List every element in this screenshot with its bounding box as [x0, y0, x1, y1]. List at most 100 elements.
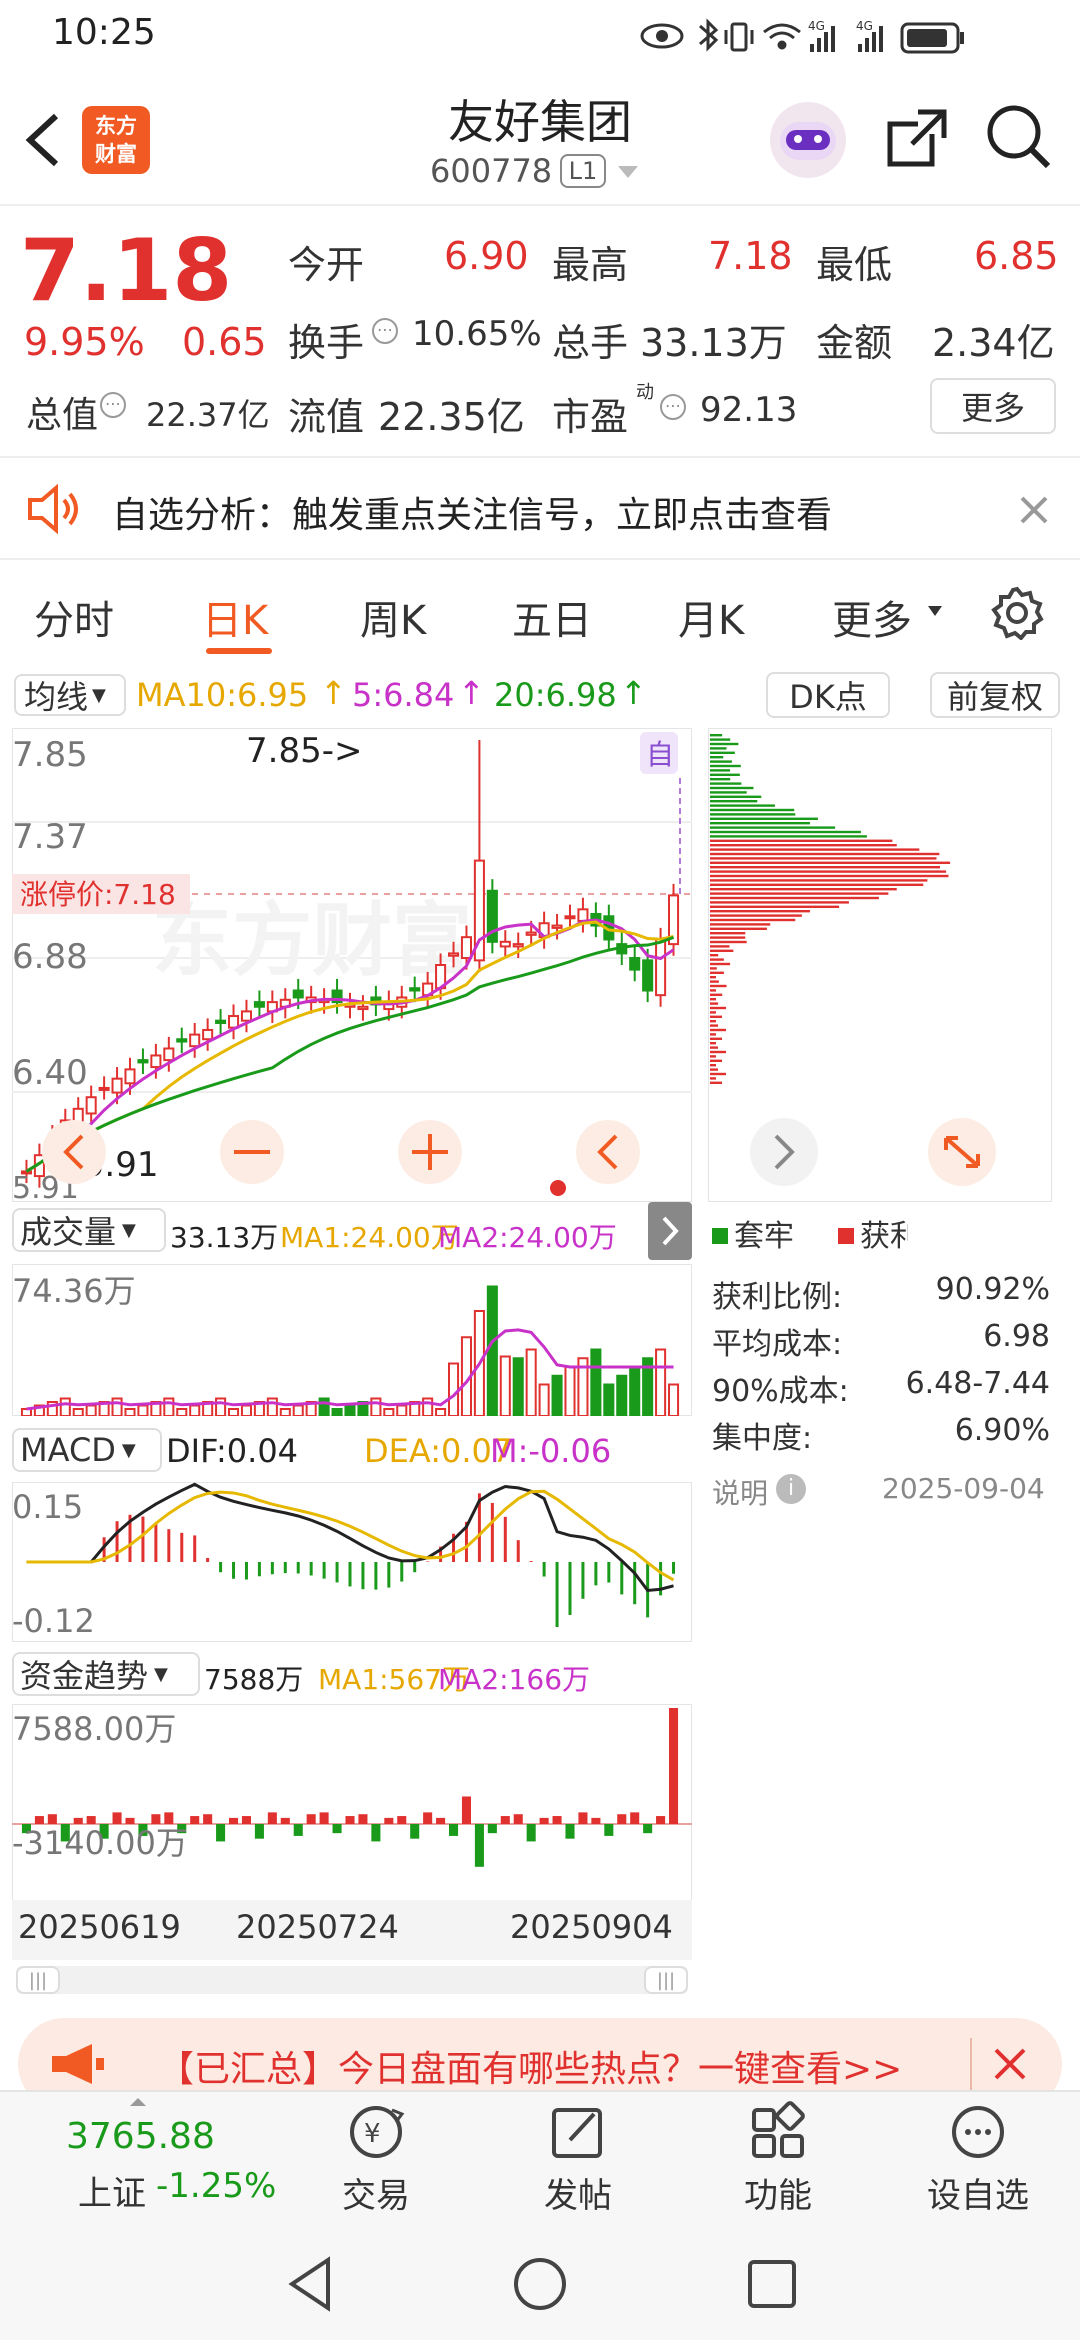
quote-panel: 7.18 9.95% 0.65 总值 ⋯ 22.37亿 今开 6.90 最高 7…	[0, 208, 1080, 458]
candle	[240, 1010, 253, 1022]
level-badge[interactable]: L1	[560, 154, 606, 188]
close-icon[interactable]	[1018, 494, 1050, 526]
trade-tab[interactable]: ¥ 交易	[326, 2100, 426, 2217]
ma20-label: 20:6.98	[494, 676, 617, 714]
dif-label: DIF:0.04	[166, 1432, 299, 1470]
candle	[98, 1086, 110, 1091]
ma5-label: 5:6.84	[352, 676, 455, 714]
adjust-button[interactable]: 前复权	[930, 672, 1060, 718]
info-icon[interactable]: i	[776, 1474, 806, 1504]
volume-bar	[279, 1408, 291, 1416]
ma-selector[interactable]: 均线 ▼	[14, 674, 126, 716]
chart-area: 均线 ▼ MA10:6.95 ↑ 5:6.84 ↑ 20:6.98 ↑ DK点 前…	[0, 660, 1080, 2000]
chip-bar	[710, 1020, 716, 1023]
m-label: M:-0.06	[490, 1432, 612, 1470]
volume-bar	[292, 1404, 304, 1416]
volume-bar	[228, 1408, 240, 1416]
kline-chart[interactable]: 东方财富 7.85 7.37 6.88 6.40 5.91 7.85-> <-5…	[12, 728, 692, 1202]
y-tick: 7.85	[12, 735, 88, 775]
chip-bar	[710, 892, 889, 895]
add-watchlist-tab[interactable]: 设自选	[918, 2100, 1038, 2217]
search-icon[interactable]	[984, 102, 1054, 172]
chevron-down-icon[interactable]	[614, 162, 642, 182]
tab-intraday[interactable]: 分时	[34, 588, 114, 646]
tab-more[interactable]: 更多	[832, 588, 912, 646]
tab-weekly-k[interactable]: 周K	[360, 588, 426, 646]
volume-bar	[59, 1397, 71, 1416]
vibrate-icon	[724, 22, 754, 52]
range-handle-right[interactable]: |||	[644, 1966, 688, 1994]
post-tab[interactable]: 发帖	[528, 2100, 628, 2217]
volume-bar	[603, 1383, 615, 1416]
back-triangle-icon[interactable]	[280, 2254, 340, 2314]
expand-up-icon[interactable]	[128, 2096, 148, 2108]
chip-bar	[710, 1050, 727, 1054]
volume-bar	[240, 1404, 253, 1416]
tab-monthly-k[interactable]: 月K	[678, 588, 744, 646]
tab-daily-k[interactable]: 日K	[202, 588, 268, 646]
chip-bar	[710, 932, 746, 935]
chip-bar	[710, 1046, 719, 1049]
info-icon[interactable]: ⋯	[372, 318, 398, 344]
function-tab[interactable]: 功能	[728, 2100, 828, 2217]
fund-bar	[630, 1812, 640, 1824]
volume-selector[interactable]: 成交量 ▼	[12, 1208, 166, 1252]
zoom-in-button[interactable]	[398, 1120, 462, 1184]
chip-date: 2025-09-04	[882, 1472, 1045, 1505]
chip-note[interactable]: 说明	[712, 1472, 768, 1512]
turnover-value: 10.65%	[412, 314, 542, 354]
recents-square-icon[interactable]	[742, 2254, 802, 2314]
chip-bar	[710, 954, 719, 957]
home-circle-icon[interactable]	[510, 2254, 570, 2314]
svg-text:¥: ¥	[364, 2119, 381, 2149]
chip-bar	[710, 817, 818, 820]
index-value[interactable]: 3765.88	[66, 2116, 215, 2157]
limit-price-label: 涨停价:7.18	[20, 878, 176, 911]
fund-bar	[669, 1708, 679, 1824]
volume-bar	[215, 1397, 227, 1416]
fund-bar	[565, 1824, 575, 1839]
volume-bar	[525, 1348, 537, 1416]
range-handle-left[interactable]: |||	[16, 1966, 60, 1994]
vol-ma2: MA2:24.00万	[438, 1221, 617, 1254]
candle	[253, 1001, 265, 1008]
back-icon[interactable]	[20, 110, 64, 170]
fund-bar	[474, 1824, 484, 1867]
candle	[655, 938, 667, 997]
macd-selector[interactable]: MACD ▼	[12, 1428, 162, 1472]
dk-point-button[interactable]: DK点	[766, 672, 890, 718]
tab-five-day[interactable]: 五日	[512, 588, 592, 646]
ma5-arrow: ↑	[458, 674, 485, 712]
panel-expand-button[interactable]	[648, 1202, 692, 1260]
volume-bar	[189, 1404, 201, 1416]
settings-gear-icon[interactable]	[990, 586, 1044, 640]
grid-icon	[752, 2101, 805, 2158]
period-tabs: 分时 日K 周K 五日 月K 更多	[0, 560, 1080, 660]
expand-icon[interactable]	[928, 1118, 996, 1186]
open-label: 今开	[288, 243, 365, 287]
scroll-right-button[interactable]	[576, 1120, 640, 1184]
robot-avatar-icon[interactable]	[770, 102, 846, 178]
info-icon[interactable]: ⋯	[100, 392, 126, 418]
chip-bar	[710, 870, 947, 873]
app-logo[interactable]: 东方 财富	[82, 106, 150, 174]
scroll-left-button[interactable]	[42, 1120, 106, 1184]
ma10-label: MA10:6.95	[136, 676, 309, 714]
close-icon[interactable]	[992, 2046, 1028, 2082]
fund-selector[interactable]: 资金趋势 ▼	[12, 1652, 200, 1696]
volume-bar	[590, 1348, 602, 1416]
self-select-tag: 自	[646, 738, 674, 771]
zoom-out-button[interactable]	[220, 1120, 284, 1184]
system-nav-bar	[0, 2230, 1080, 2340]
chip-next-button[interactable]	[750, 1118, 818, 1186]
range-slider[interactable]: ||| |||	[16, 1966, 688, 1994]
chip-bar	[710, 738, 731, 741]
share-icon[interactable]	[882, 104, 952, 174]
fund-bar	[397, 1816, 407, 1824]
macd-y-bot: -0.12	[12, 1602, 95, 1640]
info-icon[interactable]: ⋯	[660, 394, 686, 420]
last-price: 7.18	[20, 221, 233, 321]
more-button[interactable]: 更多	[930, 378, 1056, 434]
candle	[551, 924, 563, 929]
analysis-banner[interactable]: 自选分析：触发重点关注信号，立即点击查看	[0, 460, 1080, 560]
